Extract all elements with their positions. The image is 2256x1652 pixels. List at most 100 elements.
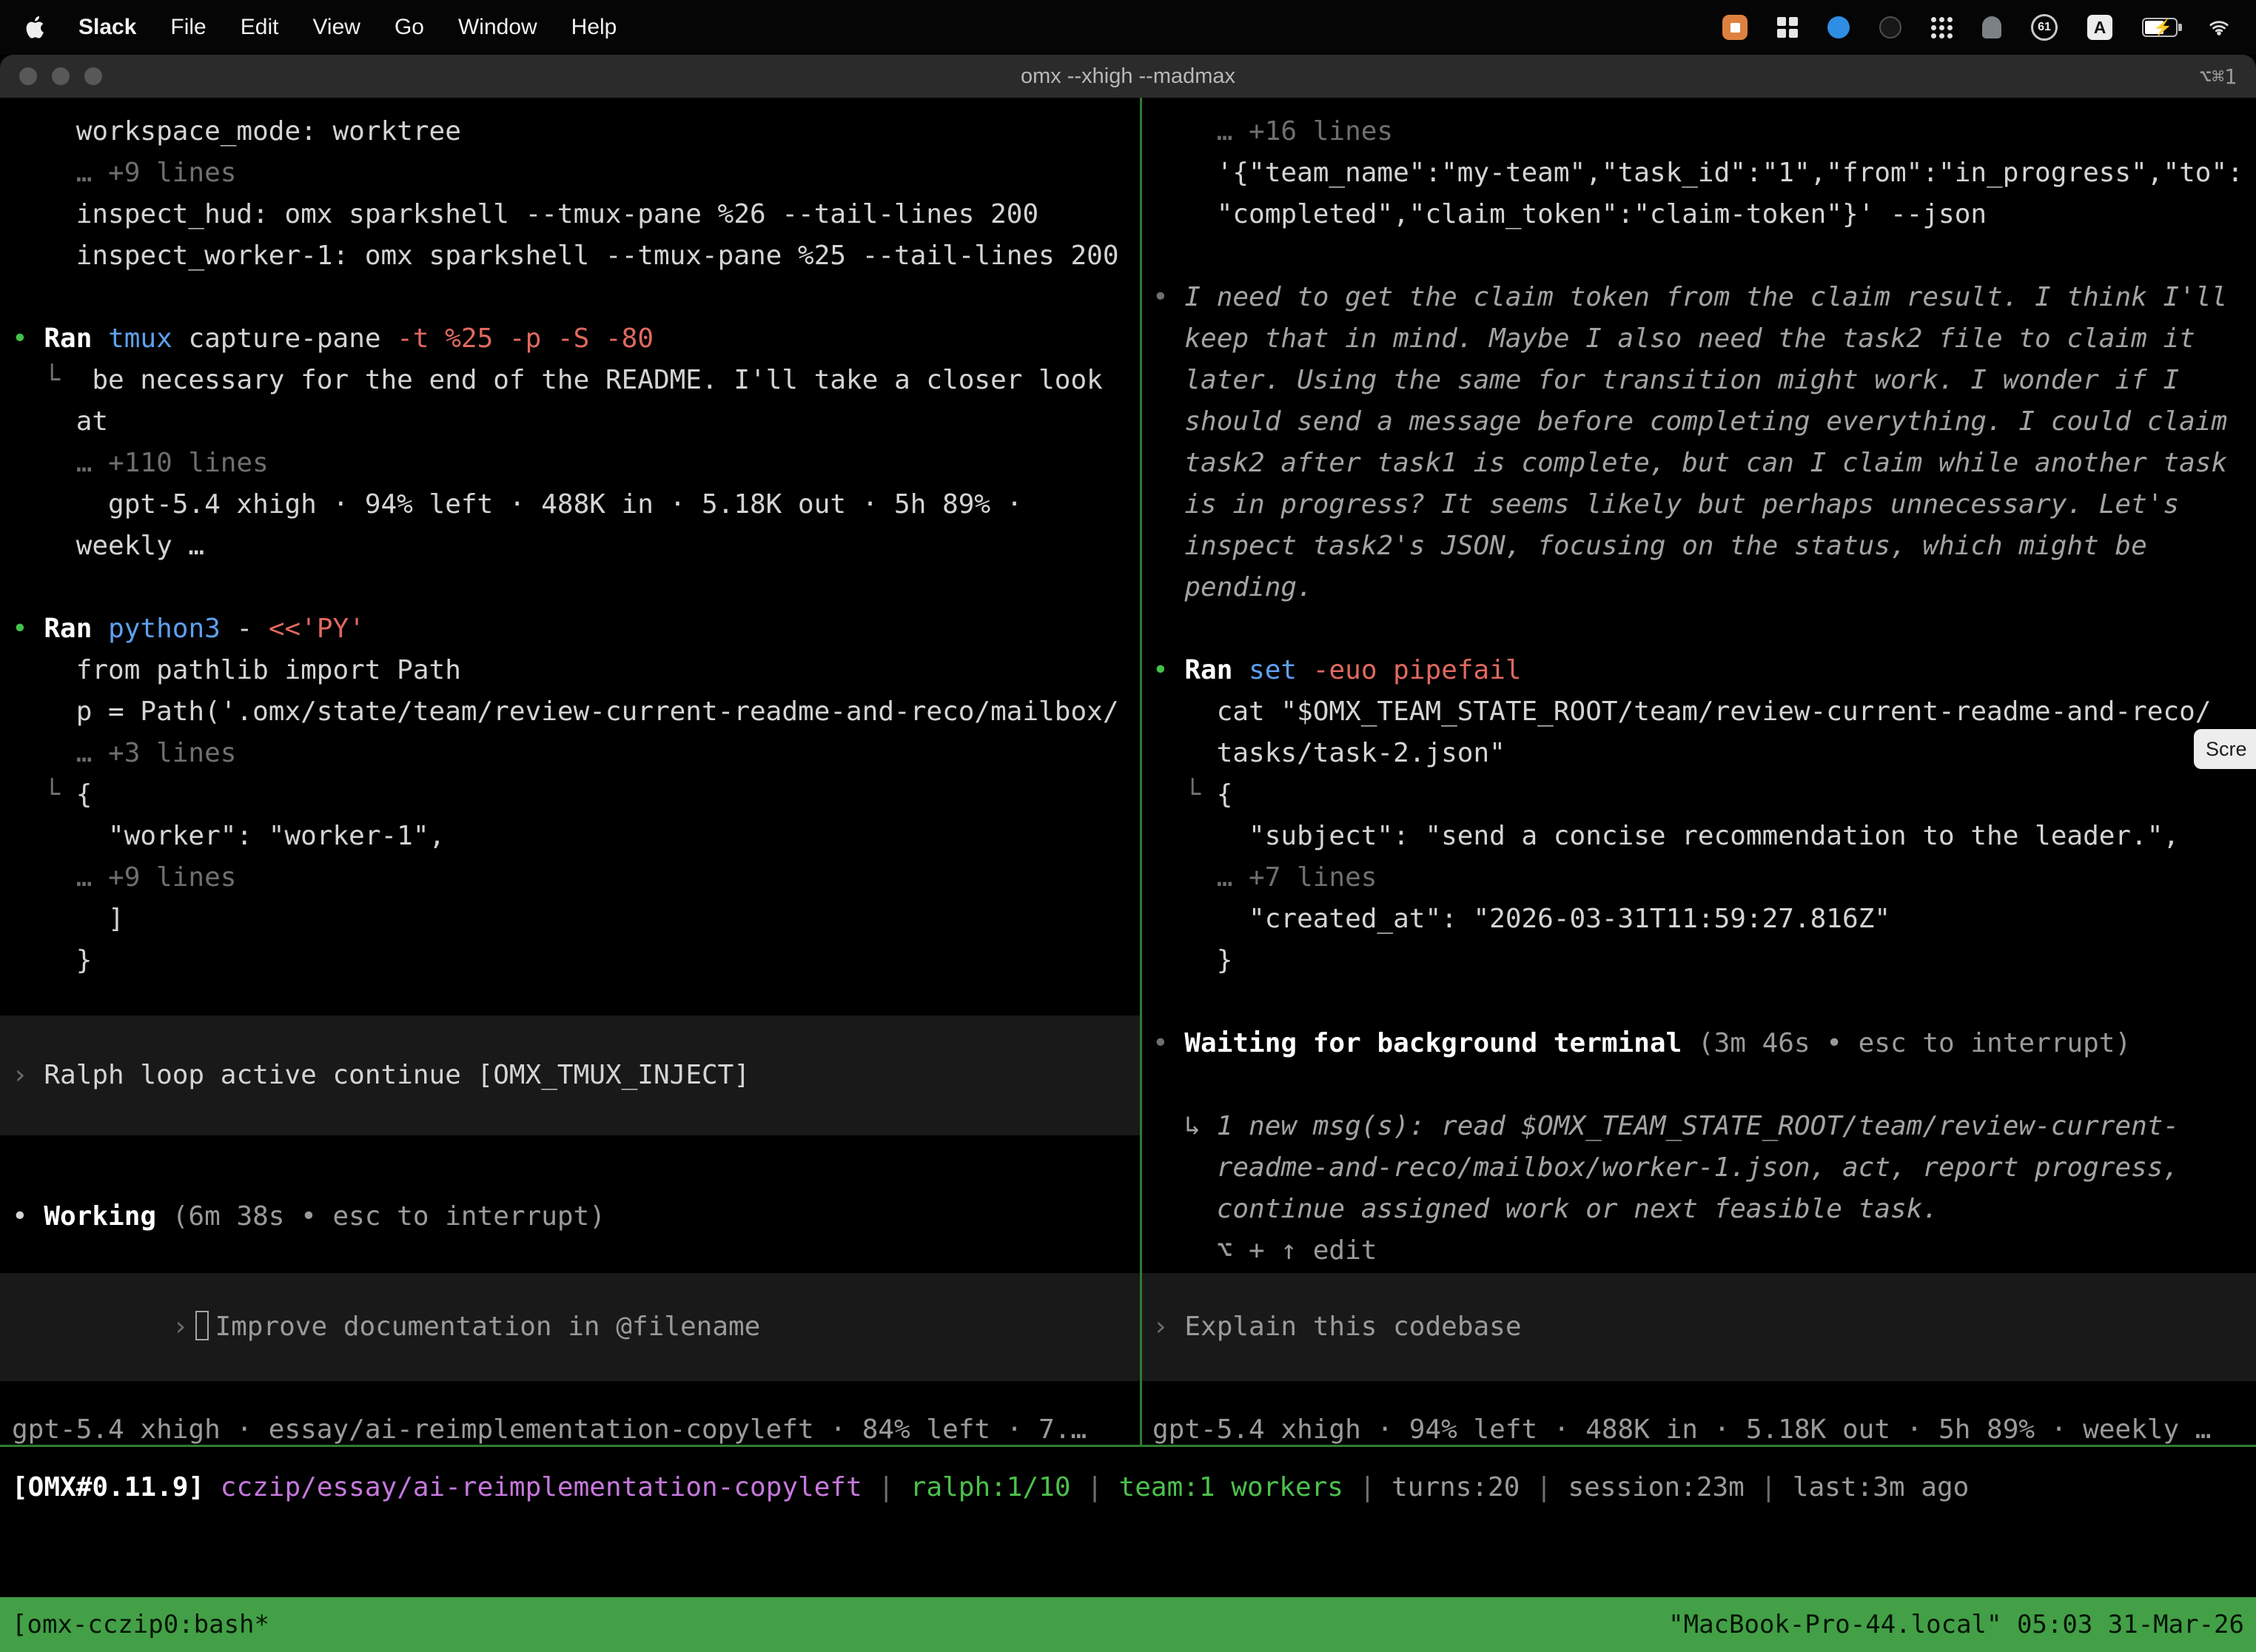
terminal-line: └ { <box>12 774 1140 816</box>
composer-right[interactable]: › Explain this codebase <box>1142 1273 2256 1381</box>
prompt-chevron-icon: › <box>172 1312 189 1342</box>
terminal-line: workspace_mode: worktree <box>12 111 1140 152</box>
tmux-status-bar: [omx-cczip0:bash* "MacBook-Pro-44.local"… <box>0 1597 2256 1652</box>
ghost-icon[interactable] <box>1982 16 2001 38</box>
blue-app-icon[interactable] <box>1827 16 1850 38</box>
inject-banner: › Ralph loop active continue [OMX_TMUX_I… <box>0 1015 1140 1135</box>
terminal-line: • Ran set -euo pipefail <box>1152 650 2256 691</box>
menu-item-go[interactable]: Go <box>395 15 424 40</box>
input-placeholder-right[interactable]: › Explain this codebase <box>1152 1306 1522 1348</box>
terminal-line: task2 after task1 is complete, but can I… <box>1152 443 2256 484</box>
battery-icon[interactable]: ⚡ <box>2142 18 2178 37</box>
terminal-output-left: workspace_mode: worktree … +9 lines insp… <box>0 98 1140 981</box>
terminal-line: pending. <box>1152 567 2256 608</box>
terminal-line: • Ran tmux capture-pane -t %25 -p -S -80 <box>12 318 1140 360</box>
menu-item-file[interactable]: File <box>170 15 206 40</box>
menu-item-edit[interactable]: Edit <box>241 15 279 40</box>
window-grid-icon[interactable] <box>1777 17 1798 38</box>
terminal-line: … +9 lines <box>12 857 1140 899</box>
pane-left[interactable]: workspace_mode: worktree … +9 lines insp… <box>0 98 1140 1445</box>
stop-recording-icon[interactable] <box>1722 15 1748 40</box>
terminal-line: • Ran python3 - <<'PY' <box>12 608 1140 650</box>
terminal-line: … +16 lines <box>1152 111 2256 152</box>
battery-percent-badge[interactable]: 61 <box>2031 14 2058 41</box>
model-status-line-right: gpt-5.4 xhigh · 94% left · 488K in · 5.1… <box>1152 1409 2256 1445</box>
menu-bar-status-icons: 61 A ⚡ <box>1722 14 2231 41</box>
terminal-line: • Waiting for background terminal (3m 46… <box>1152 1023 2256 1064</box>
terminal-line: ↳ 1 new msg(s): read $OMX_TEAM_STATE_ROO… <box>1152 1106 2256 1147</box>
window-titlebar[interactable]: omx --xhigh --madmax ⌥⌘1 <box>0 55 2256 98</box>
menu-item-window[interactable]: Window <box>458 15 537 40</box>
window-shortcut-hint: ⌥⌘1 <box>2199 64 2237 89</box>
terminal-line: continue assigned work or next feasible … <box>1152 1189 2256 1230</box>
terminal-line: '{"team_name":"my-team","task_id":"1","f… <box>1152 152 2256 194</box>
terminal-line: … +110 lines <box>12 443 1140 484</box>
omx-status-bar: [OMX#0.11.9] cczip/essay/ai-reimplementa… <box>12 1467 2256 1508</box>
terminal-window: omx --xhigh --madmax ⌥⌘1 workspace_mode:… <box>0 55 2256 1652</box>
text-cursor <box>195 1311 209 1340</box>
terminal-line <box>1152 608 2256 650</box>
terminal-line: "created_at": "2026-03-31T11:59:27.816Z" <box>1152 899 2256 940</box>
terminal-line: at <box>12 401 1140 443</box>
terminal-line: } <box>1152 940 2256 981</box>
terminal-line <box>1152 981 2256 1023</box>
tmux-session-name[interactable]: [omx-cczip0:bash* <box>12 1610 269 1639</box>
terminal-line: } <box>12 940 1140 981</box>
terminal-line: cat "$OMX_TEAM_STATE_ROOT/team/review-cu… <box>1152 691 2256 733</box>
terminal-line: later. Using the same for transition mig… <box>1152 360 2256 401</box>
window-title: omx --xhigh --madmax <box>1021 64 1235 89</box>
screenshot-thumbnail-label[interactable]: Scre <box>2194 729 2256 769</box>
terminal-line: gpt-5.4 xhigh · 94% left · 488K in · 5.1… <box>12 484 1140 526</box>
terminal-line: "completed","claim_token":"claim-token"}… <box>1152 194 2256 235</box>
terminal-line <box>1152 235 2256 277</box>
keyboard-input-icon[interactable]: A <box>2087 15 2112 40</box>
app-menu-title[interactable]: Slack <box>78 15 136 40</box>
terminal-line: "worker": "worker-1", <box>12 816 1140 857</box>
terminal-line: … +3 lines <box>12 733 1140 774</box>
menu-item-help[interactable]: Help <box>571 15 617 40</box>
stop-square-icon <box>1730 23 1740 33</box>
terminal-line: weekly … <box>12 526 1140 567</box>
terminal-line: • I need to get the claim token from the… <box>1152 277 2256 318</box>
wifi-icon[interactable] <box>2207 18 2231 37</box>
tmux-session: workspace_mode: worktree … +9 lines insp… <box>0 98 2256 1597</box>
inject-banner-text: › Ralph loop active continue [OMX_TMUX_I… <box>12 1055 750 1096</box>
terminal-line: keep that in mind. Maybe I also need the… <box>1152 318 2256 360</box>
model-status-line-left: gpt-5.4 xhigh · essay/ai-reimplementatio… <box>12 1409 1140 1445</box>
terminal-line: inspect task2's JSON, focusing on the st… <box>1152 526 2256 567</box>
charging-bolt-icon: ⚡ <box>2153 19 2172 38</box>
terminal-line: from pathlib import Path <box>12 650 1140 691</box>
terminal-line: └ be necessary for the end of the README… <box>12 360 1140 401</box>
terminal-line: └ { <box>1152 774 2256 816</box>
input-placeholder[interactable]: Improve documentation in @filename <box>215 1312 760 1342</box>
terminal-line: is in progress? It seems likely but perh… <box>1152 484 2256 526</box>
close-button[interactable] <box>19 67 37 85</box>
terminal-output-right: … +16 lines '{"team_name":"my-team","tas… <box>1142 98 2256 1272</box>
working-status: • Working (6m 38s • esc to interrupt) <box>12 1196 605 1238</box>
dots-grid-icon[interactable] <box>1931 17 1953 38</box>
terminal-line <box>1152 1064 2256 1106</box>
dark-app-icon[interactable] <box>1879 16 1901 38</box>
pane-bottom-border <box>0 1445 2256 1447</box>
apple-menu-icon[interactable] <box>25 16 44 38</box>
terminal-line <box>12 277 1140 318</box>
menu-bar: Slack File Edit View Go Window Help 61 A ⚡ <box>0 0 2256 55</box>
minimize-button[interactable] <box>52 67 70 85</box>
terminal-line: inspect_worker-1: omx sparkshell --tmux-… <box>12 235 1140 277</box>
terminal-line: … +7 lines <box>1152 857 2256 899</box>
terminal-line: … +9 lines <box>12 152 1140 194</box>
composer-left[interactable]: › Improve documentation in @filename <box>0 1273 1140 1381</box>
terminal-line: inspect_hud: omx sparkshell --tmux-pane … <box>12 194 1140 235</box>
terminal-line: readme-and-reco/mailbox/worker-1.json, a… <box>1152 1147 2256 1189</box>
pane-right[interactable]: … +16 lines '{"team_name":"my-team","tas… <box>1142 98 2256 1445</box>
terminal-line: ] <box>12 899 1140 940</box>
menu-item-view[interactable]: View <box>312 15 360 40</box>
terminal-line: ⌥ + ↑ edit <box>1152 1230 2256 1272</box>
zoom-button[interactable] <box>84 67 102 85</box>
terminal-line: "subject": "send a concise recommendatio… <box>1152 816 2256 857</box>
traffic-lights <box>19 67 102 85</box>
terminal-line: should send a message before completing … <box>1152 401 2256 443</box>
menu-items: File Edit View Go Window Help <box>170 15 617 40</box>
terminal-line <box>12 567 1140 608</box>
tmux-host-clock: "MacBook-Pro-44.local" 05:03 31-Mar-26 <box>1668 1610 2244 1639</box>
